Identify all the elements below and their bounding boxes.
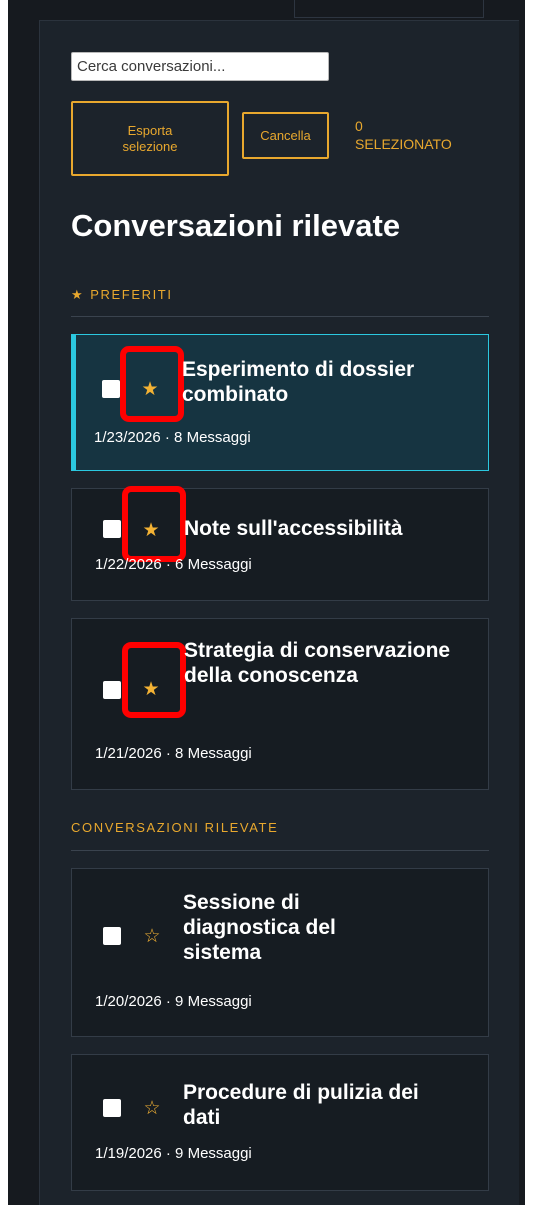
star-filled-icon[interactable]: ★ bbox=[141, 680, 161, 700]
top-tab-stub bbox=[294, 0, 484, 18]
favorites-label-text: PREFERITI bbox=[90, 287, 173, 302]
search-input[interactable] bbox=[71, 52, 329, 81]
star-icon: ★ bbox=[71, 287, 85, 302]
app-window: Esporta selezione Cancella 0 SELEZIONATO… bbox=[8, 0, 525, 1205]
export-selection-button[interactable]: Esporta selezione bbox=[71, 101, 229, 176]
select-checkbox[interactable] bbox=[103, 927, 121, 945]
selected-count: 0 SELEZIONATO bbox=[355, 118, 452, 152]
conversation-meta: 1/21/2026 · 8 Messaggi bbox=[95, 745, 252, 762]
conversation-title: Esperimento di dossier combinato bbox=[182, 358, 415, 406]
select-checkbox[interactable] bbox=[102, 380, 120, 398]
star-filled-icon[interactable]: ★ bbox=[140, 380, 160, 400]
conversation-card[interactable]: ☆ Procedure di pulizia dei dati 1/19/202… bbox=[71, 1054, 489, 1191]
star-filled-icon[interactable]: ★ bbox=[141, 521, 161, 541]
conversation-meta: 1/20/2026 · 9 Messaggi bbox=[95, 993, 252, 1010]
conversation-title: Sessione di diagnostica del sistema bbox=[183, 891, 336, 964]
conversation-title: Strategia di conservazione della conosce… bbox=[184, 639, 451, 687]
star-outline-icon[interactable]: ☆ bbox=[142, 1099, 162, 1119]
conversation-meta: 1/19/2026 · 9 Messaggi bbox=[95, 1145, 252, 1162]
conversation-card[interactable]: ☆ Sessione di diagnostica del sistema 1/… bbox=[71, 868, 489, 1037]
conversation-card[interactable]: ★ Strategia di conservazione della conos… bbox=[71, 618, 489, 790]
conversations-section-label: CONVERSAZIONI RILEVATE bbox=[71, 820, 279, 835]
conversation-card[interactable]: ★ Esperimento di dossier combinato 1/23/… bbox=[71, 334, 489, 471]
page-title: Conversazioni rilevate bbox=[71, 208, 401, 243]
favorites-section-label: ★ PREFERITI bbox=[71, 287, 173, 303]
conversation-title: Note sull'accessibilità bbox=[184, 517, 403, 540]
select-checkbox[interactable] bbox=[103, 520, 121, 538]
conversation-meta: 1/23/2026 · 8 Messaggi bbox=[94, 429, 251, 446]
star-outline-icon[interactable]: ☆ bbox=[142, 927, 162, 947]
section-divider bbox=[71, 850, 489, 851]
conversation-title: Procedure di pulizia dei dati bbox=[183, 1081, 419, 1129]
conversation-meta: 1/22/2026 · 6 Messaggi bbox=[95, 556, 252, 573]
section-divider bbox=[71, 316, 489, 317]
select-checkbox[interactable] bbox=[103, 1099, 121, 1117]
select-checkbox[interactable] bbox=[103, 681, 121, 699]
cancel-button[interactable]: Cancella bbox=[242, 112, 329, 159]
conversation-card[interactable]: ★ Note sull'accessibilità 1/22/2026 · 6 … bbox=[71, 486, 489, 601]
conversation-panel: Esporta selezione Cancella 0 SELEZIONATO… bbox=[39, 20, 519, 1205]
